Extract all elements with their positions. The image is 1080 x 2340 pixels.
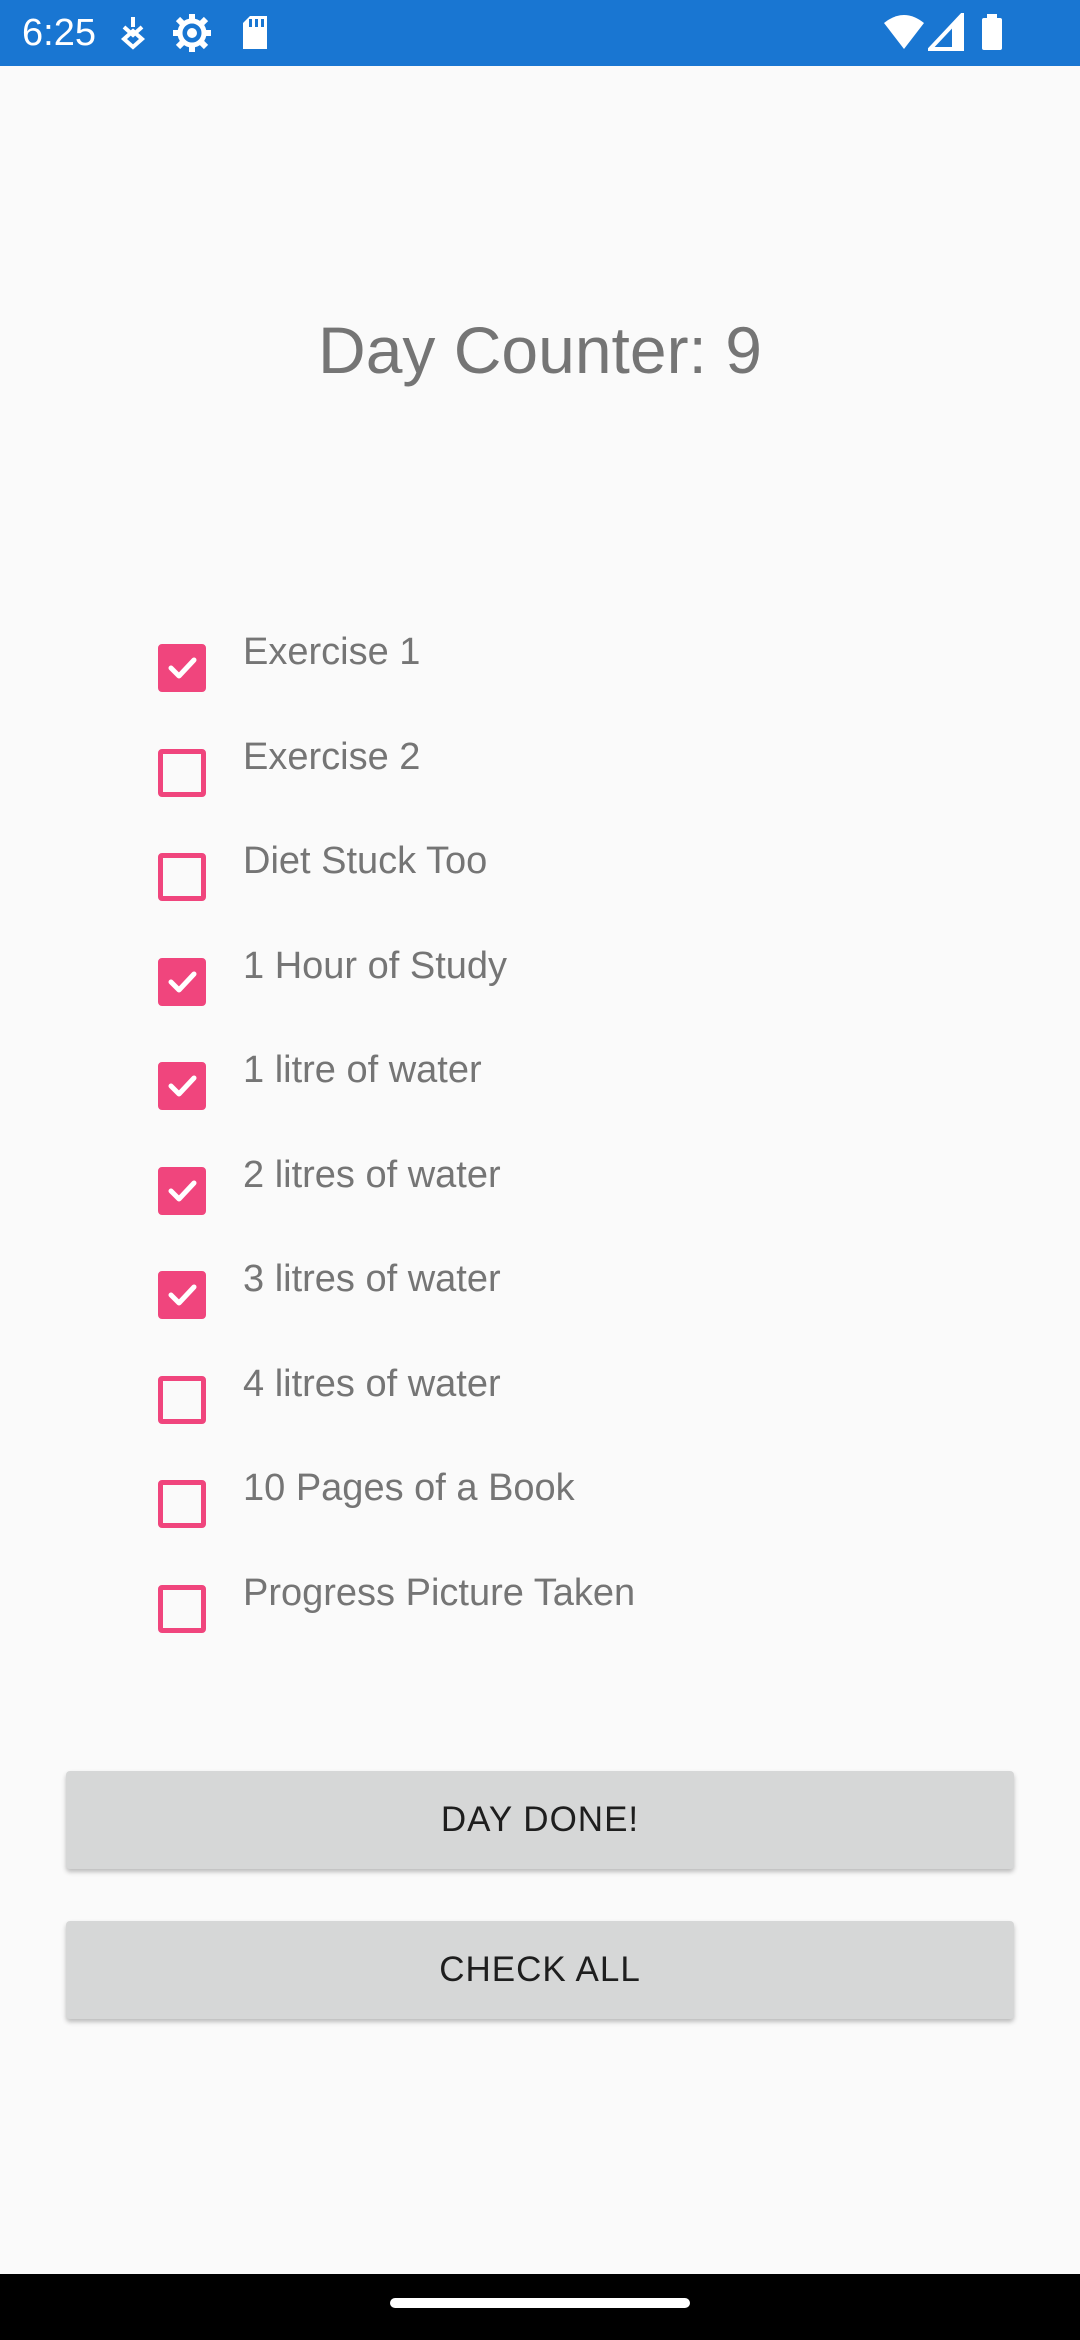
- checklist-item[interactable]: 1 Hour of Study: [150, 934, 950, 1024]
- checklist-item[interactable]: 4 litres of water: [150, 1352, 950, 1442]
- checkbox-checked[interactable]: [158, 644, 206, 692]
- battery-icon: [980, 13, 1004, 53]
- notification-icon: [118, 13, 148, 53]
- status-bar: 6:25: [0, 0, 1080, 66]
- checklist-item-label: Exercise 2: [243, 736, 421, 778]
- checkbox-checked[interactable]: [158, 1062, 206, 1110]
- checkbox-unchecked[interactable]: [158, 1480, 206, 1528]
- settings-icon: [172, 13, 212, 53]
- check-all-button[interactable]: CHECK ALL: [66, 1921, 1014, 2019]
- checkmark-icon: [168, 1180, 197, 1202]
- checklist-item-label: Exercise 1: [243, 631, 421, 673]
- checkbox-checked[interactable]: [158, 1271, 206, 1319]
- checklist-item[interactable]: 10 Pages of a Book: [150, 1456, 950, 1546]
- checkbox-unchecked[interactable]: [158, 1585, 206, 1633]
- checkbox-checked[interactable]: [158, 958, 206, 1006]
- home-gesture-handle[interactable]: [390, 2298, 690, 2308]
- checkmark-icon: [168, 657, 197, 679]
- wifi-icon: [884, 13, 924, 53]
- day-counter-title: Day Counter: 9: [318, 313, 762, 387]
- checklist-item-label: 3 litres of water: [243, 1258, 501, 1300]
- checklist-item-label: 4 litres of water: [243, 1363, 501, 1405]
- checklist-item[interactable]: 1 litre of water: [150, 1038, 950, 1128]
- checklist-item-label: 1 litre of water: [243, 1049, 482, 1091]
- checkmark-icon: [168, 971, 197, 993]
- checklist-item[interactable]: Exercise 2: [150, 725, 950, 815]
- checklist-item-label: Progress Picture Taken: [243, 1572, 636, 1614]
- checklist-item-label: Diet Stuck Too: [243, 840, 488, 882]
- day-done-button[interactable]: DAY DONE!: [66, 1771, 1014, 1869]
- checkbox-unchecked[interactable]: [158, 749, 206, 797]
- checklist-item-label: 10 Pages of a Book: [243, 1467, 575, 1509]
- navigation-bar: [0, 2274, 1080, 2340]
- checklist-item[interactable]: 3 litres of water: [150, 1247, 950, 1337]
- checkbox-checked[interactable]: [158, 1167, 206, 1215]
- status-time: 6:25: [22, 12, 96, 54]
- signal-icon: [928, 13, 964, 53]
- checklist-item-label: 2 litres of water: [243, 1154, 501, 1196]
- checklist-item[interactable]: Progress Picture Taken: [150, 1561, 950, 1651]
- checklist-item-label: 1 Hour of Study: [243, 945, 508, 987]
- checklist-item[interactable]: Diet Stuck Too: [150, 829, 950, 919]
- checkmark-icon: [168, 1075, 197, 1097]
- checklist-item[interactable]: 2 litres of water: [150, 1143, 950, 1233]
- checkbox-unchecked[interactable]: [158, 1376, 206, 1424]
- checklist-item[interactable]: Exercise 1: [150, 620, 950, 710]
- sd-card-icon: [240, 13, 270, 53]
- checkbox-unchecked[interactable]: [158, 853, 206, 901]
- checkmark-icon: [168, 1284, 197, 1306]
